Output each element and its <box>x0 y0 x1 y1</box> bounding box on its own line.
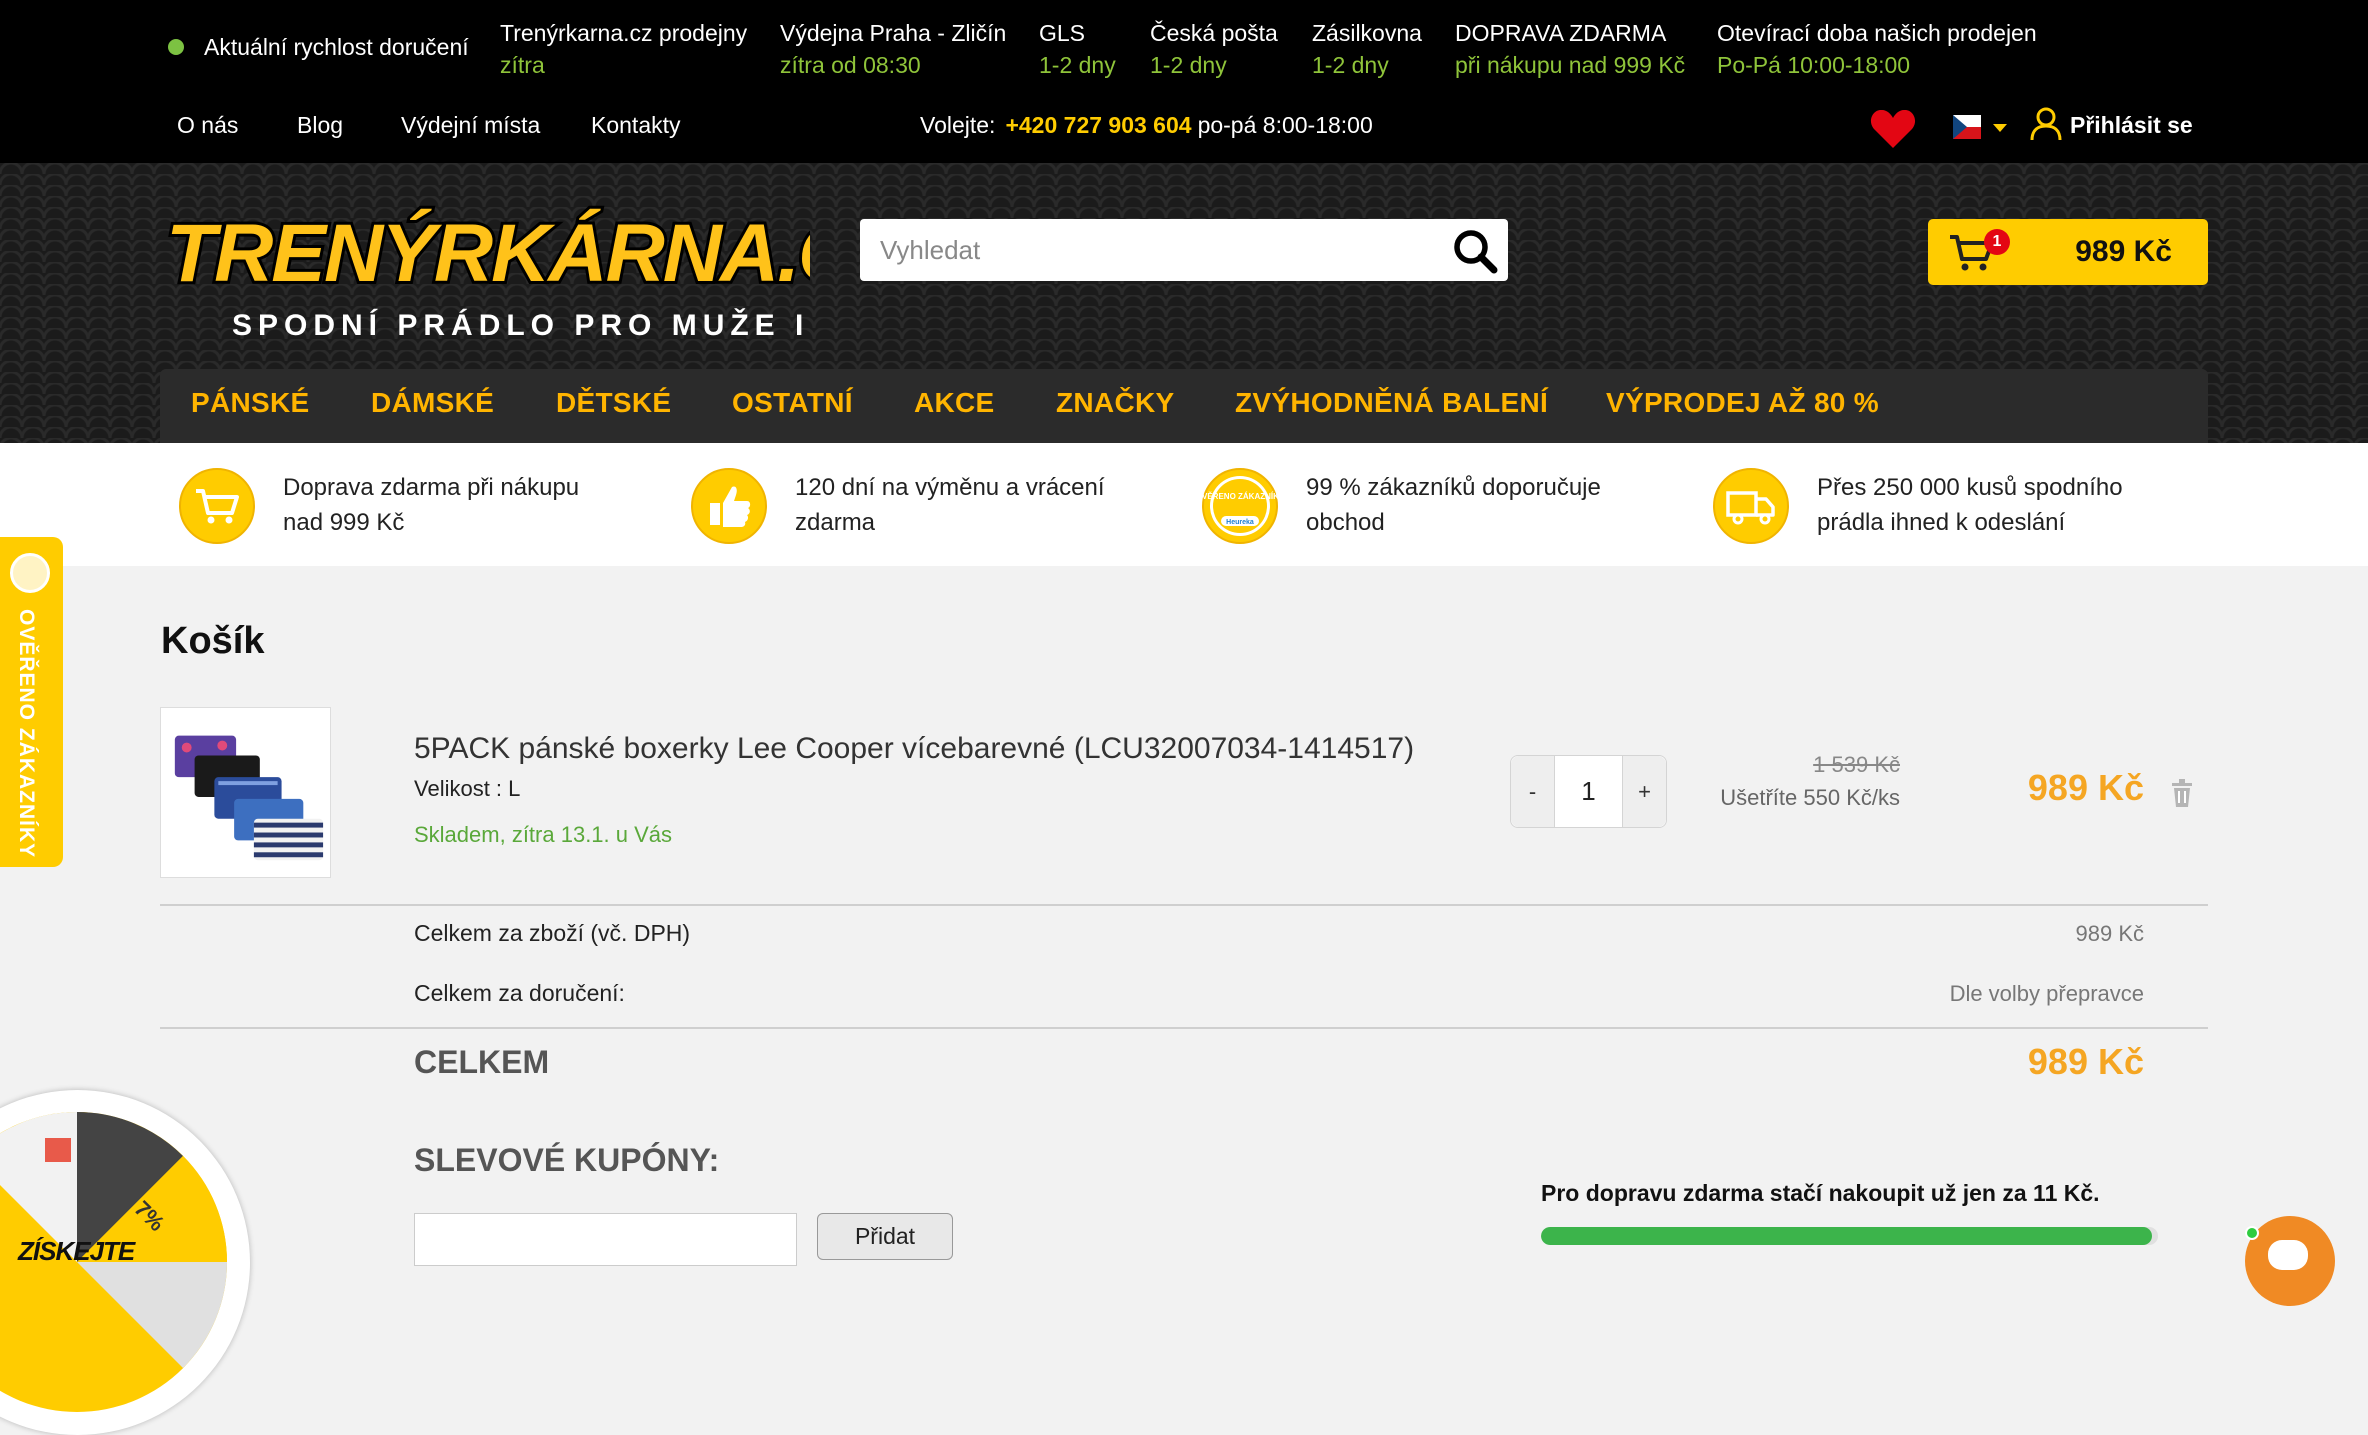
verified-reviews-tab[interactable]: OVĚŘENO ZÁKAZNÍKY <box>0 537 63 867</box>
apply-coupon-button[interactable]: Přidat <box>817 1213 953 1260</box>
nav-category-brands[interactable]: ZNAČKY <box>1056 387 1174 419</box>
trash-icon[interactable] <box>2171 779 2193 807</box>
quantity-value[interactable]: 1 <box>1555 756 1622 827</box>
grand-total-value: 989 Kč <box>2027 1041 2144 1082</box>
chevron-down-icon[interactable] <box>1993 124 2007 132</box>
logo-wordmark: TRENÝRKÁRNA.CZ <box>166 208 810 299</box>
benefit-stock: Přes 250 000 kusů spodního prádla ihned … <box>1817 474 2123 536</box>
product-size: Velikost : L <box>414 776 521 801</box>
phone-number[interactable]: +420 727 903 604 <box>1005 112 1191 138</box>
call-label: Volejte: <box>920 112 996 138</box>
delivery-truck-icon <box>1713 468 1789 544</box>
nav-category-womens[interactable]: DÁMSKÉ <box>371 387 494 419</box>
call-hours: po-pá 8:00-18:00 <box>1197 112 1373 138</box>
benefit-recommendations: 99 % zákazníků doporučuje obchod <box>1306 474 1601 536</box>
verified-reviews-label: OVĚŘENO ZÁKAZNÍKY <box>15 609 38 859</box>
delivery-option-zlicin: Výdejna Praha - Zličín zítra od 08:30 <box>780 20 1007 78</box>
site-logo[interactable]: TRENÝRKÁRNA.CZ SPODNÍ PRÁDLO PRO MUŽE I … <box>160 189 810 339</box>
czech-flag-icon[interactable] <box>1953 115 1981 139</box>
nav-link-contacts[interactable]: Kontakty <box>591 112 681 139</box>
nav-link-pickup-points[interactable]: Výdejní místa <box>401 112 540 139</box>
cart-icon <box>179 468 255 544</box>
nav-category-clearance[interactable]: VÝPRODEJ AŽ 80 % <box>1606 387 1879 419</box>
delivery-option-ceska-posta: Česká pošta 1-2 dny <box>1150 20 1278 78</box>
delivery-option-zasilkovna: Zásilkovna 1-2 dny <box>1312 20 1422 78</box>
heureka-seal-icon <box>10 553 50 593</box>
delivery-option-gls: GLS 1-2 dny <box>1039 20 1116 78</box>
thumbs-up-icon <box>691 468 767 544</box>
top-bar: Aktuální rychlost doručení Trenýrkarna.c… <box>0 0 2368 163</box>
heart-icon[interactable] <box>1870 108 1916 150</box>
logo-tagline: SPODNÍ PRÁDLO PRO MUŽE I ŽENY <box>232 308 810 339</box>
phone-contact: Volejte: +420 727 903 604 po-pá 8:00-18:00 <box>920 112 1373 139</box>
user-icon[interactable] <box>2030 106 2062 142</box>
login-link[interactable]: Přihlásit se <box>2070 112 2193 139</box>
cart-button[interactable]: 1 989 Kč <box>1928 219 2208 285</box>
cart-count-badge: 1 <box>1984 229 2010 255</box>
goods-total-label: Celkem za zboží (vč. DPH) <box>414 920 691 946</box>
product-image[interactable] <box>160 707 331 878</box>
benefits-strip: Doprava zdarma při nákupu nad 999 Kč 120… <box>0 443 2368 566</box>
grand-total-label: CELKEM <box>414 1044 550 1080</box>
search-input[interactable] <box>878 219 1438 281</box>
search-bar <box>860 219 1508 281</box>
original-price: 1 539 Kč <box>1813 752 1900 777</box>
svg-text:Heureka: Heureka <box>1226 519 1254 526</box>
nav-category-bundles[interactable]: ZVÝHODNĚNÁ BALENÍ <box>1235 387 1548 419</box>
store-opening-hours: Otevírací doba našich prodejen Po-Pá 10:… <box>1717 20 2037 78</box>
nav-category-mens[interactable]: PÁNSKÉ <box>191 387 310 419</box>
svg-text:OVĚŘENO ZÁKAZNÍKY: OVĚŘENO ZÁKAZNÍKY <box>1201 492 1279 501</box>
promo-wheel-label: ZÍSKEJTE <box>18 1236 135 1266</box>
divider <box>160 1027 2208 1029</box>
page-title: Košík <box>161 620 265 662</box>
delivery-total-value: Dle volby přepravce <box>1949 981 2144 1006</box>
savings-text: Ušetříte 550 Kč/ks <box>1720 785 1900 810</box>
quantity-stepper: - 1 + <box>1510 755 1667 828</box>
item-price: 989 Kč <box>2027 767 2144 808</box>
delivery-total-label: Celkem za doručení: <box>414 980 625 1006</box>
delivery-option-free-shipping: DOPRAVA ZDARMA při nákupu nad 999 Kč <box>1455 20 1686 78</box>
main-category-nav: PÁNSKÉ DÁMSKÉ DĚTSKÉ OSTATNÍ AKCE ZNAČKY… <box>160 369 2208 443</box>
coupon-code-input[interactable] <box>414 1213 797 1266</box>
search-icon[interactable] <box>1452 228 1498 274</box>
free-shipping-progress-fill <box>1541 1227 2152 1245</box>
quantity-increase-button[interactable]: + <box>1622 756 1666 827</box>
status-dot-icon <box>168 39 184 55</box>
heureka-badge-icon: OVĚŘENO ZÁKAZNÍKY Heureka <box>1201 468 1279 544</box>
free-shipping-message: Pro dopravu zdarma stačí nakoupit už jen… <box>1541 1180 2100 1206</box>
product-stock-status: Skladem, zítra 13.1. u Vás <box>414 822 673 847</box>
free-shipping-progress-bar <box>1541 1227 2158 1245</box>
nav-category-sale[interactable]: AKCE <box>914 387 995 419</box>
delivery-speed-label: Aktuální rychlost doručení <box>204 34 469 60</box>
nav-link-blog[interactable]: Blog <box>297 112 343 139</box>
benefit-free-returns: 120 dní na výměnu a vrácení zdarma <box>795 474 1105 536</box>
nav-category-other[interactable]: OSTATNÍ <box>732 387 853 419</box>
site-header: TRENÝRKÁRNA.CZ SPODNÍ PRÁDLO PRO MUŽE I … <box>0 163 2368 443</box>
cart-total: 989 Kč <box>2075 235 2172 268</box>
goods-total-value: 989 Kč <box>2075 921 2145 946</box>
quantity-decrease-button[interactable]: - <box>1511 756 1555 827</box>
coupon-section-title: SLEVOVÉ KUPÓNY: <box>414 1142 720 1178</box>
nav-category-kids[interactable]: DĚTSKÉ <box>556 387 671 419</box>
benefit-free-shipping: Doprava zdarma při nákupu nad 999 Kč <box>283 474 580 536</box>
online-status-dot <box>2245 1226 2259 1240</box>
product-name-link[interactable]: 5PACK pánské boxerky Lee Cooper vícebare… <box>414 732 1414 766</box>
divider <box>160 904 2208 906</box>
nav-link-about[interactable]: O nás <box>177 112 238 139</box>
delivery-option-stores: Trenýrkarna.cz prodejny zítra <box>500 20 748 78</box>
